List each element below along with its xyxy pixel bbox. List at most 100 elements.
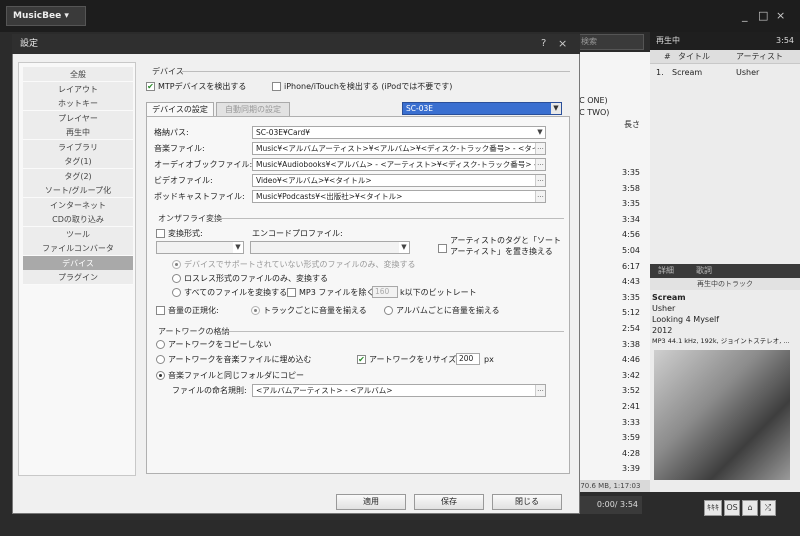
radio-art-copy[interactable]: [156, 371, 165, 380]
art-embed-label: アートワークを音楽ファイルに埋め込む: [168, 355, 312, 364]
track-list[interactable]: SC ONE) SC TWO) 長さ 3:35 3:58 3:35 3:34 4:56 5:04…: [572, 52, 652, 505]
track-row[interactable]: 3:38: [572, 338, 652, 351]
radio-unsupported[interactable]: [172, 260, 181, 269]
close-button[interactable]: 閉じる: [492, 494, 562, 510]
track-row[interactable]: 6:17: [572, 260, 652, 273]
track-row[interactable]: 3:34: [572, 213, 652, 226]
ellipsis-icon[interactable]: ...: [535, 159, 545, 170]
podcast-path-field[interactable]: Music¥Podcasts¥<出版社>¥<タイトル>...: [252, 190, 546, 203]
now-playing-duration: 3:54: [776, 36, 794, 45]
bitrate-value: 160: [375, 287, 390, 296]
convert-checkbox[interactable]: [156, 229, 165, 238]
tab-auto-sync[interactable]: 自動同期の設定: [216, 102, 290, 116]
shuffle-button[interactable]: ⤮: [760, 500, 776, 516]
track-row[interactable]: 3:59: [572, 431, 652, 444]
tab-lyrics[interactable]: 歌詞: [696, 264, 712, 278]
track-row[interactable]: 2:41: [572, 400, 652, 413]
nav-item[interactable]: プレイヤー: [23, 110, 133, 126]
art-resize-checkbox[interactable]: ✔: [357, 355, 366, 364]
radio-unsupported-label: デバイスでサポートされていない形式のファイルのみ、変換する: [184, 260, 416, 269]
bitrate-input[interactable]: 160: [372, 286, 398, 298]
queue-header: # タイトル アーティスト: [650, 50, 800, 64]
nav-item[interactable]: レイアウト: [23, 81, 133, 97]
format-select[interactable]: ▼: [156, 241, 244, 254]
radio-all[interactable]: [172, 288, 181, 297]
col-num[interactable]: #: [664, 50, 671, 64]
nav-item[interactable]: インターネット: [23, 197, 133, 213]
scrobble-button[interactable]: OS: [724, 500, 740, 516]
device-select[interactable]: SC-03E ▼: [402, 102, 562, 115]
nav-item[interactable]: プラグイン: [23, 270, 133, 285]
radio-per-album[interactable]: [384, 306, 393, 315]
nav-item[interactable]: 全般: [23, 67, 133, 82]
track-row[interactable]: 5:04: [572, 244, 652, 257]
otf-section-title: オンザフライ変換: [158, 214, 222, 223]
shuffle-icon: ⤮: [764, 503, 772, 512]
track-row[interactable]: 4:28: [572, 447, 652, 460]
artist-tag-checkbox[interactable]: [438, 244, 447, 253]
radio-lossless-label: ロスレス形式のファイルのみ、変換する: [184, 274, 328, 283]
ellipsis-icon[interactable]: ...: [535, 191, 545, 202]
path-select[interactable]: SC-03E¥Card¥ ▼: [252, 126, 546, 139]
track-row[interactable]: 3:35: [572, 197, 652, 210]
ellipsis-icon[interactable]: ...: [535, 385, 545, 396]
nav-item[interactable]: タグ(2): [23, 168, 133, 184]
track-row[interactable]: 4:43: [572, 275, 652, 288]
nav-item[interactable]: デバイス: [23, 255, 133, 271]
save-label: 保存: [441, 497, 457, 506]
iphone-checkbox[interactable]: [272, 82, 281, 91]
save-button[interactable]: 保存: [414, 494, 484, 510]
nav-item[interactable]: ツール: [23, 226, 133, 242]
dialog-close-button[interactable]: ×: [558, 36, 567, 52]
radio-art-none[interactable]: [156, 340, 165, 349]
track-row[interactable]: 3:33: [572, 416, 652, 429]
track-row[interactable]: 3:39: [572, 462, 652, 475]
nav-item[interactable]: ソート/グループ化: [23, 183, 133, 198]
nav-item[interactable]: ホットキー: [23, 96, 133, 111]
maximize-button[interactable]: □: [758, 10, 768, 22]
queue-row[interactable]: 1. Scream Usher: [650, 66, 800, 80]
ellipsis-icon[interactable]: ...: [535, 143, 545, 154]
track-row[interactable]: 3:42: [572, 369, 652, 382]
nav-item[interactable]: CDの取り込み: [23, 212, 133, 227]
ellipsis-icon[interactable]: ...: [535, 175, 545, 186]
equalizer-button[interactable]: ｷｷｷ: [704, 500, 722, 516]
tab-device-settings[interactable]: デバイスの設定: [146, 102, 214, 116]
radio-per-track[interactable]: [251, 306, 260, 315]
video-path-field[interactable]: Video¥<アルバム>¥<タイトル>...: [252, 174, 546, 187]
track-row[interactable]: 3:35: [572, 291, 652, 304]
nav-item[interactable]: ライブラリ: [23, 139, 133, 155]
track-row[interactable]: 5:12: [572, 306, 652, 319]
normalize-checkbox[interactable]: [156, 306, 165, 315]
mtp-checkbox[interactable]: ✔: [146, 82, 155, 91]
col-artist[interactable]: アーティスト: [736, 50, 783, 64]
mp3-except-checkbox[interactable]: [287, 288, 296, 297]
track-row[interactable]: 4:46: [572, 353, 652, 366]
radio-lossless[interactable]: [172, 274, 181, 283]
search-input[interactable]: 検索: [572, 34, 644, 50]
track-row[interactable]: 3:52: [572, 384, 652, 397]
encode-profile-select[interactable]: ▼: [250, 241, 410, 254]
repeat-button[interactable]: ⌂: [742, 500, 758, 516]
tab-detail[interactable]: 詳細: [658, 264, 674, 278]
art-size-input[interactable]: 200: [456, 353, 480, 365]
track-row[interactable]: 3:58: [572, 182, 652, 195]
app-menu-button[interactable]: MusicBee ▾: [6, 6, 86, 26]
track-row[interactable]: 2:54: [572, 322, 652, 335]
audiobook-path-field[interactable]: Music¥Audiobooks¥<アルバム> - <アーティスト>¥<ディスク…: [252, 158, 546, 171]
nav-item[interactable]: ファイルコンバータ: [23, 241, 133, 256]
naming-field[interactable]: <アルバムアーティスト> - <アルバム>...: [252, 384, 546, 397]
col-title[interactable]: タイトル: [678, 50, 710, 64]
help-button[interactable]: ?: [541, 36, 546, 52]
apply-button[interactable]: 適用: [336, 494, 406, 510]
music-path-field[interactable]: Music¥<アルバムアーティスト>¥<アルバム>¥<ディスク-トラック番号> …: [252, 142, 546, 155]
track-row[interactable]: 3:35: [572, 166, 652, 179]
nav-item[interactable]: タグ(1): [23, 154, 133, 169]
minimize-button[interactable]: _: [742, 10, 748, 22]
track-row[interactable]: 長さ: [572, 118, 652, 131]
tab-device-label: デバイスの設定: [152, 105, 208, 114]
track-row[interactable]: 4:56: [572, 228, 652, 241]
radio-art-embed[interactable]: [156, 355, 165, 364]
close-app-button[interactable]: ×: [776, 10, 785, 22]
nav-item[interactable]: 再生中: [23, 125, 133, 140]
